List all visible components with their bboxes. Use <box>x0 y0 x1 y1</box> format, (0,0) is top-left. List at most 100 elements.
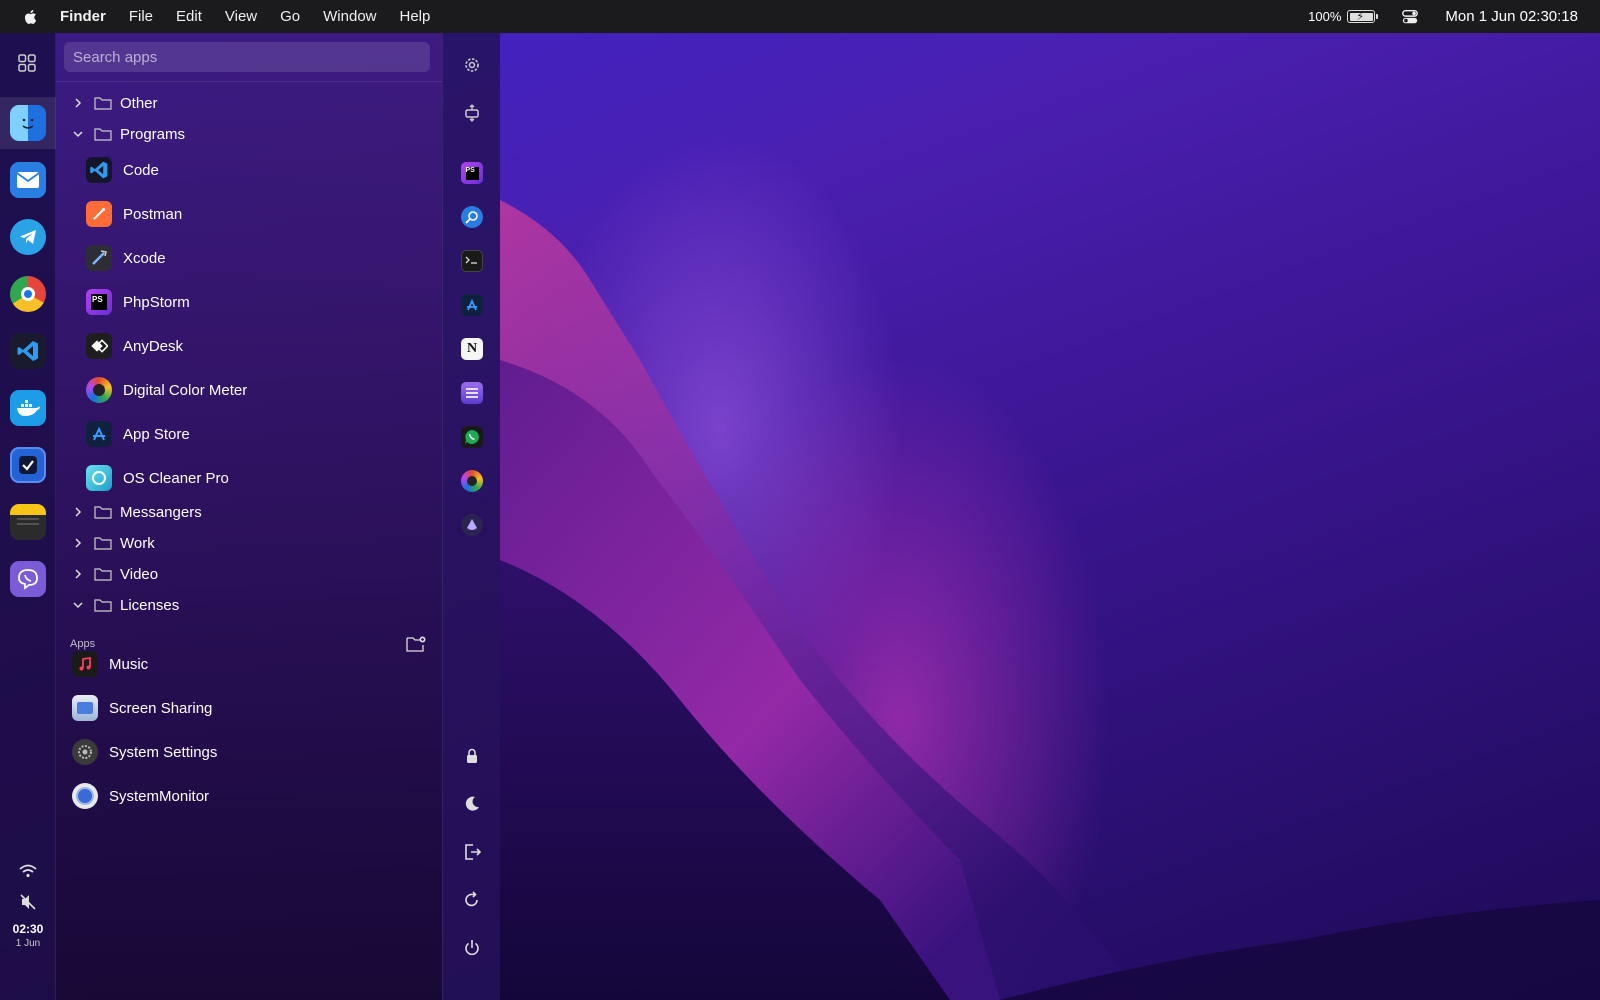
menu-app-name[interactable]: Finder <box>60 8 106 25</box>
app-postman[interactable]: Postman <box>86 199 182 229</box>
app-music[interactable]: Music <box>72 649 148 679</box>
folder-messangers[interactable]: Messangers <box>72 500 202 524</box>
telegram-icon[interactable] <box>10 219 46 255</box>
app-screen-sharing[interactable]: Screen Sharing <box>72 693 212 723</box>
folder-label: Other <box>120 94 158 112</box>
restart-icon[interactable] <box>462 890 482 910</box>
power-icon[interactable] <box>462 938 482 958</box>
folder-icon <box>94 599 112 612</box>
app-label: Postman <box>123 205 183 223</box>
terminal-icon[interactable] <box>461 250 483 272</box>
search-divider <box>56 81 442 82</box>
battery-percent: 100% <box>1308 9 1342 24</box>
chevron-right-icon <box>75 569 82 579</box>
checkmark-app-icon[interactable] <box>10 447 46 483</box>
app-phpstorm[interactable]: PS PhpStorm <box>86 287 190 317</box>
app-label: Code <box>123 161 159 179</box>
folder-icon <box>94 506 112 519</box>
app-grid-icon[interactable] <box>17 53 37 73</box>
logout-icon[interactable] <box>462 842 482 862</box>
app-launcher-panel: Other Programs Code Postman Xcode PS Php… <box>56 33 442 1000</box>
menu-bar-clock[interactable]: Mon 1 Jun 02:30:18 <box>1445 8 1578 25</box>
folder-video[interactable]: Video <box>72 562 158 586</box>
color-meter-icon[interactable] <box>461 470 483 492</box>
sleep-moon-icon[interactable] <box>462 794 482 814</box>
vscode-icon <box>86 157 112 183</box>
left-dock: 02:30 1 Jun <box>0 33 56 1000</box>
lists-app-icon[interactable] <box>461 382 483 404</box>
folder-label: Licenses <box>120 596 180 614</box>
cleaner-icon <box>86 465 112 491</box>
app-label: OS Cleaner Pro <box>123 469 229 487</box>
dock-date: 1 Jun <box>15 938 41 949</box>
search-input[interactable] <box>64 42 430 72</box>
music-icon <box>72 651 98 677</box>
app-anydesk[interactable]: AnyDesk <box>86 331 183 361</box>
apple-logo-icon[interactable] <box>22 8 40 26</box>
folder-icon <box>94 537 112 550</box>
folder-work[interactable]: Work <box>72 531 155 555</box>
quick-controls-bar: PS N <box>442 33 500 1000</box>
magnifier-app-icon[interactable] <box>461 206 483 228</box>
system-settings-icon <box>72 739 98 765</box>
app-label: AnyDesk <box>123 337 184 355</box>
chevron-right-icon <box>75 507 82 517</box>
menu-go[interactable]: Go <box>280 8 300 25</box>
phpstorm-icon[interactable]: PS <box>461 162 483 184</box>
menu-help[interactable]: Help <box>400 8 431 25</box>
app-os-cleaner-pro[interactable]: OS Cleaner Pro <box>86 463 229 493</box>
chrome-icon[interactable] <box>10 276 46 312</box>
menu-file[interactable]: File <box>129 8 153 25</box>
gear-icon[interactable] <box>462 55 482 75</box>
vscode-icon[interactable] <box>10 333 46 369</box>
app-store-icon <box>86 421 112 447</box>
control-center-icon[interactable] <box>1401 8 1419 26</box>
screen-sharing-icon <box>72 695 98 721</box>
whatsapp-icon[interactable] <box>461 426 483 448</box>
app-system-settings[interactable]: System Settings <box>72 737 217 767</box>
menu-window[interactable]: Window <box>323 8 376 25</box>
menu-bar: Finder File Edit View Go Window Help 100… <box>0 0 1600 33</box>
folder-label: Programs <box>120 125 186 143</box>
notes-icon[interactable] <box>10 504 46 540</box>
wifi-icon[interactable] <box>18 863 38 879</box>
folder-label: Messangers <box>120 503 202 521</box>
app-store-icon[interactable] <box>461 294 483 316</box>
new-folder-icon[interactable] <box>406 636 426 652</box>
app-label: PhpStorm <box>123 293 190 311</box>
battery-charging-icon[interactable]: ⚡ <box>1347 10 1379 23</box>
app-label: Screen Sharing <box>109 699 213 717</box>
app-xcode[interactable]: Xcode <box>86 243 166 273</box>
menu-view[interactable]: View <box>225 8 257 25</box>
app-digital-color-meter[interactable]: Digital Color Meter <box>86 375 247 405</box>
app-code[interactable]: Code <box>86 155 159 185</box>
folder-other[interactable]: Other <box>72 91 158 115</box>
notion-icon[interactable]: N <box>461 338 483 360</box>
docker-icon[interactable] <box>10 390 46 426</box>
app-label: App Store <box>123 425 190 443</box>
xcode-icon <box>86 245 112 271</box>
lock-icon[interactable] <box>462 746 482 766</box>
menu-bar-status: 100% ⚡ Mon 1 Jun 02:30:18 <box>1308 8 1578 26</box>
app-app-store[interactable]: App Store <box>86 419 190 449</box>
app-systemmonitor[interactable]: SystemMonitor <box>72 781 209 811</box>
menu-edit[interactable]: Edit <box>176 8 202 25</box>
app-label: Music <box>109 655 149 673</box>
anydesk-icon <box>86 333 112 359</box>
chevron-right-icon <box>75 538 82 548</box>
folder-programs[interactable]: Programs <box>72 122 185 146</box>
phpstorm-icon: PS <box>86 289 112 315</box>
finder-icon[interactable] <box>10 105 46 141</box>
app-label: Digital Color Meter <box>123 381 248 399</box>
app-label: System Settings <box>109 743 218 761</box>
muted-speaker-icon[interactable] <box>19 893 37 911</box>
chevron-down-icon <box>73 131 83 138</box>
color-meter-icon <box>86 377 112 403</box>
pin-toggle-icon[interactable] <box>462 103 482 123</box>
folder-licenses[interactable]: Licenses <box>72 593 179 617</box>
alfred-icon[interactable] <box>461 514 483 536</box>
viber-icon[interactable] <box>10 561 46 597</box>
system-monitor-icon <box>72 783 98 809</box>
chevron-right-icon <box>75 98 82 108</box>
mail-icon[interactable] <box>10 162 46 198</box>
